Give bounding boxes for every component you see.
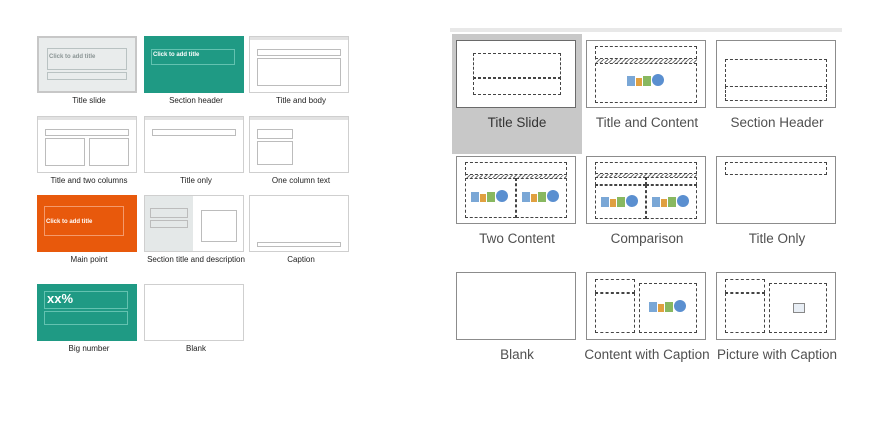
layout-label: Blank xyxy=(185,344,206,353)
layout-thumbnail: xx% xyxy=(37,284,137,341)
layout-big-number[interactable]: xx% Big number xyxy=(37,284,141,354)
layout-thumbnail xyxy=(249,195,349,252)
layout-thumbnail xyxy=(716,40,836,108)
layout-title-slide[interactable]: Title Slide xyxy=(452,34,582,154)
layout-thumbnail xyxy=(144,116,244,173)
layout-title-and-two-columns[interactable]: Title and two columns xyxy=(37,116,141,186)
layout-label: Title and two columns xyxy=(50,176,128,185)
layout-content-with-caption[interactable]: Content with Caption xyxy=(582,266,712,386)
title-placeholder: Click to add title xyxy=(46,219,93,225)
content-icons xyxy=(522,190,560,204)
layout-thumbnail xyxy=(456,272,576,340)
layout-label: Title Slide xyxy=(487,115,547,130)
big-number-placeholder: xx% xyxy=(47,291,74,306)
layout-two-content[interactable]: Two Content xyxy=(452,150,582,270)
layout-label: Big number xyxy=(68,344,110,353)
panel-divider xyxy=(450,28,842,32)
layout-thumbnail: Click to add title xyxy=(37,195,137,252)
layout-thumbnail xyxy=(144,284,244,341)
layout-label: Title slide xyxy=(72,96,106,105)
picture-icon xyxy=(793,303,805,313)
layout-title-only[interactable]: Title only xyxy=(144,116,248,186)
layout-label: Title and body xyxy=(276,96,326,105)
content-icons xyxy=(649,300,687,314)
layout-comparison[interactable]: Comparison xyxy=(582,150,712,270)
layout-label: Title only xyxy=(180,176,212,185)
content-icons xyxy=(471,190,509,204)
layout-caption[interactable]: Caption xyxy=(249,195,353,265)
layout-label: Title and Content xyxy=(595,115,699,130)
layout-thumbnail xyxy=(456,156,576,224)
layout-title-slide[interactable]: Click to add title Title slide xyxy=(37,36,141,106)
layout-thumbnail xyxy=(249,116,349,173)
layout-label: Content with Caption xyxy=(584,347,710,362)
layout-picture-with-caption[interactable]: Picture with Caption xyxy=(712,266,842,386)
layout-section-header[interactable]: Click to add title Section header xyxy=(144,36,248,106)
layout-title-and-body[interactable]: Title and body xyxy=(249,36,353,106)
layout-section-title-and-description[interactable]: Section title and description xyxy=(144,195,248,265)
layout-thumbnail xyxy=(249,36,349,93)
title-placeholder: Click to add title xyxy=(49,54,96,60)
layout-blank[interactable]: Blank xyxy=(144,284,248,354)
layout-label: Picture with Caption xyxy=(716,347,838,362)
title-placeholder: Click to add title xyxy=(153,52,200,58)
layout-thumbnail xyxy=(586,272,706,340)
content-icons xyxy=(627,74,665,88)
layout-one-column-text[interactable]: One column text xyxy=(249,116,353,186)
layout-thumbnail xyxy=(716,272,836,340)
layout-thumbnail: Click to add title xyxy=(144,36,244,93)
content-icons xyxy=(601,195,639,209)
layout-thumbnail xyxy=(716,156,836,224)
layout-label: Blank xyxy=(500,347,534,362)
layout-label: Comparison xyxy=(610,231,684,246)
layout-label: Section Header xyxy=(730,115,824,130)
layout-label: One column text xyxy=(271,176,331,185)
layout-label: Title Only xyxy=(748,231,806,246)
layout-label: Main point xyxy=(70,255,108,264)
layout-thumbnail xyxy=(586,40,706,108)
layout-thumbnail xyxy=(144,195,244,252)
layout-main-point[interactable]: Click to add title Main point xyxy=(37,195,141,265)
layout-title-and-content[interactable]: Title and Content xyxy=(582,34,712,154)
layout-blank[interactable]: Blank xyxy=(452,266,582,386)
content-icons xyxy=(652,195,690,209)
layout-thumbnail: Click to add title xyxy=(37,36,137,93)
layout-section-header[interactable]: Section Header xyxy=(712,34,842,154)
layout-label: Section title and description xyxy=(147,255,245,264)
layout-thumbnail xyxy=(586,156,706,224)
layout-title-only[interactable]: Title Only xyxy=(712,150,842,270)
layout-thumbnail xyxy=(456,40,576,108)
layout-label: Section header xyxy=(169,96,223,105)
powerpoint-layouts-grid: Title Slide Title and Content Section He… xyxy=(450,28,842,362)
layout-thumbnail xyxy=(37,116,137,173)
layout-label: Two Content xyxy=(479,231,555,246)
layout-label: Caption xyxy=(287,255,315,264)
